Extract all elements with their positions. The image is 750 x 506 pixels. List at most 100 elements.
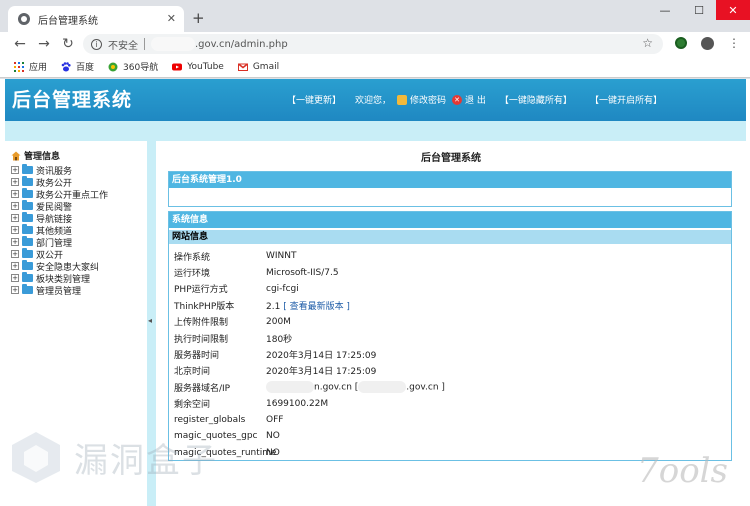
- browser-tab-strip: 后台管理系统 ✕ + — ☐ ✕: [0, 0, 750, 32]
- value-text: OFF: [266, 415, 284, 426]
- browser-tab[interactable]: 后台管理系统 ✕: [8, 6, 184, 32]
- tree-root[interactable]: 管理信息: [11, 149, 141, 162]
- bookmark-label: 应用: [29, 63, 48, 73]
- change-password-link[interactable]: 修改密码: [410, 93, 446, 106]
- logout-icon: ✕: [452, 94, 463, 105]
- info-row: 北京时间 2020年3月14日 17:25:09: [174, 363, 731, 379]
- back-button[interactable]: ←: [8, 36, 32, 52]
- baidu-paw-icon: [61, 61, 71, 71]
- menu-icon[interactable]: ⋮: [728, 36, 740, 50]
- expand-icon[interactable]: +: [11, 286, 19, 294]
- folder-icon: [22, 188, 33, 198]
- watermark-left-text: 漏洞盒子: [74, 440, 218, 481]
- info-key: 剩余空间: [174, 400, 211, 411]
- web-page: 后台管理系统 【一键更新】 欢迎您， 修改密码 ✕ 退 出 【一键隐藏所有】 【…: [0, 79, 750, 506]
- expand-icon[interactable]: +: [11, 178, 19, 186]
- bookmark-youtube[interactable]: YouTube: [172, 62, 224, 72]
- tree-root-label: 管理信息: [24, 152, 61, 162]
- value-text: 180秒: [266, 334, 293, 345]
- expand-icon[interactable]: +: [11, 226, 19, 234]
- info-row: 运行环境 Microsoft-IIS/7.5: [174, 264, 731, 280]
- tree-item[interactable]: + 政务公开重点工作: [11, 188, 141, 201]
- info-key: ThinkPHP版本: [174, 301, 235, 312]
- info-key: 运行环境: [174, 269, 211, 280]
- reload-button[interactable]: ↻: [56, 36, 80, 52]
- info-value: 1699100.22M: [266, 399, 328, 409]
- tree-item[interactable]: + 政务公开: [11, 176, 141, 189]
- version-box: 后台系统管理1.0: [168, 171, 732, 207]
- tree-item[interactable]: + 板块类别管理: [11, 272, 141, 285]
- bookmark-360[interactable]: 360导航: [108, 60, 158, 73]
- info-value: NO: [266, 431, 280, 441]
- bookmark-apps[interactable]: 应用: [14, 60, 47, 73]
- new-tab-button[interactable]: +: [192, 9, 205, 27]
- info-row: magic_quotes_gpc NO: [174, 428, 731, 444]
- bookmark-baidu[interactable]: 百度: [61, 60, 94, 73]
- redacted-ip: [358, 381, 407, 394]
- close-tab-icon[interactable]: ✕: [167, 12, 176, 25]
- expand-icon[interactable]: +: [11, 190, 19, 198]
- bookmark-star-icon[interactable]: ☆: [642, 36, 653, 50]
- address-bar[interactable]: i 不安全 .gov.cn/admin.php ☆: [83, 34, 663, 54]
- one-click-update-link[interactable]: 【一键更新】: [287, 93, 341, 106]
- tree-item[interactable]: + 管理员管理: [11, 284, 141, 297]
- account-icon[interactable]: [701, 36, 714, 50]
- expand-icon[interactable]: +: [11, 214, 19, 222]
- expand-icon[interactable]: +: [11, 238, 19, 246]
- info-key: 服务器时间: [174, 351, 220, 362]
- tree-item-label: 管理员管理: [36, 286, 82, 297]
- tree-item[interactable]: + 安全隐患大家纠: [11, 260, 141, 273]
- system-info-box: 系统信息 网站信息 操作系统 WINNT 运行环境 Microsoft-IIS/7.5…: [168, 211, 732, 461]
- youtube-icon: [172, 63, 183, 70]
- expand-icon[interactable]: +: [11, 262, 19, 270]
- hide-all-link[interactable]: 【一键隐藏所有】: [500, 93, 572, 106]
- info-row: 操作系统 WINNT: [174, 248, 731, 264]
- domain-text: n.gov.cn [: [314, 382, 359, 393]
- info-value: WINNT: [266, 251, 297, 261]
- info-value: 2020年3月14日 17:25:09: [266, 348, 376, 361]
- bookmark-gmail[interactable]: Gmail: [237, 61, 280, 72]
- info-key: 北京时间: [174, 367, 211, 378]
- folder-icon: [22, 212, 33, 222]
- tree-item[interactable]: + 其他频道: [11, 224, 141, 237]
- info-row: 服务器时间 2020年3月14日 17:25:09: [174, 346, 731, 362]
- extension-icon[interactable]: [675, 37, 687, 49]
- expand-icon[interactable]: +: [11, 202, 19, 210]
- tree-item[interactable]: + 部门管理: [11, 236, 141, 249]
- expand-icon[interactable]: +: [11, 166, 19, 174]
- info-icon[interactable]: i: [91, 38, 102, 50]
- maximize-button[interactable]: ☐: [682, 0, 716, 20]
- tree-item[interactable]: + 资讯服务: [11, 164, 141, 177]
- minimize-button[interactable]: —: [648, 0, 682, 20]
- forward-button[interactable]: →: [32, 36, 56, 52]
- expand-icon[interactable]: +: [11, 250, 19, 258]
- logout-link[interactable]: 退 出: [465, 93, 486, 106]
- info-row: 剩余空间 1699100.22M: [174, 396, 731, 412]
- collapse-arrow-icon[interactable]: ◂: [148, 316, 152, 325]
- site-header: 后台管理系统 【一键更新】 欢迎您， 修改密码 ✕ 退 出 【一键隐藏所有】 【…: [5, 79, 746, 121]
- tree-item[interactable]: + 爱民阅警: [11, 200, 141, 213]
- bookmark-label: Gmail: [252, 61, 280, 72]
- omnibox-separator: [144, 38, 145, 50]
- value-text: 2020年3月14日 17:25:09: [266, 351, 377, 362]
- info-value: Microsoft-IIS/7.5: [266, 268, 339, 278]
- info-row: ThinkPHP版本 2.1 [ 查看最新版本 ]: [174, 297, 731, 313]
- redacted-domain: [151, 37, 195, 51]
- apps-grid-icon: [14, 61, 24, 72]
- ip-text: .gov.cn ]: [406, 382, 445, 393]
- info-value: cgi-fcgi: [266, 284, 299, 294]
- info-key: 执行时间限制: [174, 334, 229, 345]
- close-window-button[interactable]: ✕: [716, 0, 750, 20]
- show-all-link[interactable]: 【一键开启所有】: [590, 93, 662, 106]
- expand-icon[interactable]: +: [11, 274, 19, 282]
- check-latest-version-link[interactable]: [ 查看最新版本 ]: [283, 302, 350, 312]
- info-rows: 操作系统 WINNT 运行环境 Microsoft-IIS/7.5 PHP运行方式 cgi…: [169, 244, 731, 461]
- window-controls: — ☐ ✕: [648, 0, 750, 20]
- 360-icon: [108, 62, 118, 71]
- tree-item[interactable]: + 双公开: [11, 248, 141, 261]
- site-info-header: 网站信息: [169, 230, 731, 244]
- header-subbar: [5, 121, 746, 141]
- value-text: WINNT: [266, 251, 297, 262]
- folder-icon: [22, 272, 33, 282]
- tree-item[interactable]: + 导航链接: [11, 212, 141, 225]
